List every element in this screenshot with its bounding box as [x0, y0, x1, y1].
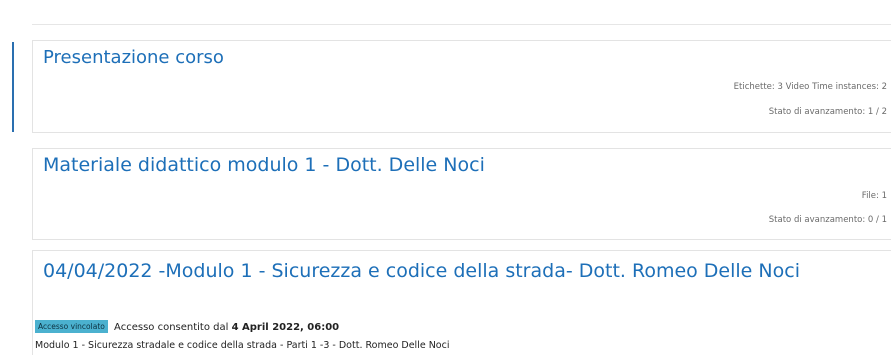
- activity-summary: Etichette: 3 Video Time instances: 2: [733, 82, 887, 92]
- restriction-badge: Accesso vincolato: [35, 320, 108, 333]
- completion-progress: Stato di avanzamento: 0 / 1: [768, 215, 887, 225]
- top-divider: [32, 24, 891, 25]
- section-title[interactable]: 04/04/2022 -Modulo 1 - Sicurezza e codic…: [43, 259, 863, 283]
- section-title[interactable]: Presentazione corso: [43, 47, 224, 68]
- restriction-date: 4 April 2022, 06:00: [231, 322, 340, 333]
- completion-progress: Stato di avanzamento: 1 / 2: [768, 107, 887, 117]
- section-title[interactable]: Materiale didattico modulo 1 - Dott. Del…: [43, 154, 485, 176]
- access-restriction: Accesso vincolato Accesso consentito dal…: [35, 320, 339, 333]
- restriction-text: Accesso consentito dal: [114, 322, 229, 333]
- current-section-indicator: [12, 42, 14, 132]
- course-section-presentazione: Presentazione corso Etichette: 3 Video T…: [32, 40, 891, 133]
- course-section-modulo-1: 04/04/2022 -Modulo 1 - Sicurezza e codic…: [32, 250, 891, 355]
- activity-summary: File: 1: [861, 191, 887, 201]
- section-description: Modulo 1 - Sicurezza stradale e codice d…: [35, 340, 450, 351]
- course-section-materiale: Materiale didattico modulo 1 - Dott. Del…: [32, 148, 891, 240]
